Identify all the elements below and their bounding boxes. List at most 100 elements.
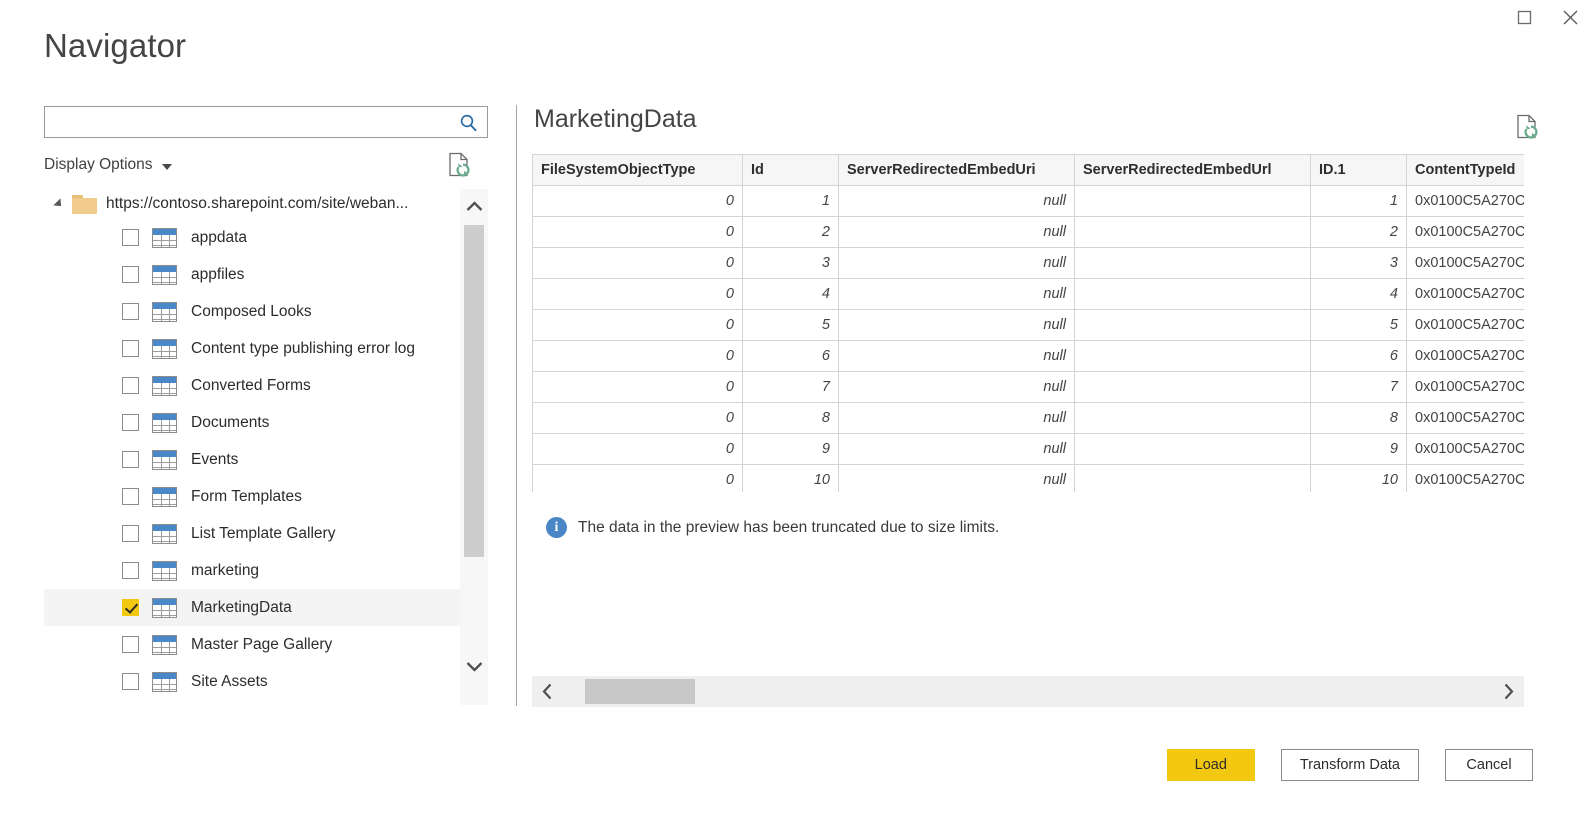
checkbox[interactable] <box>122 636 139 653</box>
checkbox[interactable] <box>122 303 139 320</box>
preview-panel: MarketingData FileSystemObjectType Id <box>532 106 1593 538</box>
column-header[interactable]: Id <box>743 155 839 186</box>
cell <box>1075 341 1311 372</box>
checkbox[interactable] <box>122 414 139 431</box>
chevron-up-icon[interactable] <box>460 191 488 221</box>
cell <box>1075 403 1311 434</box>
column-header[interactable]: FileSystemObjectType <box>533 155 743 186</box>
cell: 9 <box>1311 434 1407 465</box>
cell: 0 <box>533 465 743 493</box>
table-row[interactable]: 0 5 null 5 0x0100C5A270C <box>533 310 1525 341</box>
tree-item-label: Site Assets <box>191 673 268 691</box>
checkbox[interactable] <box>122 673 139 690</box>
maximize-button[interactable] <box>1501 0 1547 34</box>
cell: 0 <box>533 372 743 403</box>
cell: 4 <box>743 279 839 310</box>
table-row[interactable]: 0 6 null 6 0x0100C5A270C <box>533 341 1525 372</box>
scrollbar-thumb[interactable] <box>464 225 484 557</box>
checkbox[interactable] <box>122 525 139 542</box>
chevron-down-icon[interactable] <box>460 651 488 681</box>
tree-item-label: appdata <box>191 229 247 247</box>
cell: 6 <box>743 341 839 372</box>
column-header[interactable]: ContentTypeId <box>1407 155 1525 186</box>
table-icon <box>152 413 177 433</box>
column-header[interactable]: ID.1 <box>1311 155 1407 186</box>
tree-item-appdata[interactable]: appdata <box>44 219 460 256</box>
cell: 6 <box>1311 341 1407 372</box>
cell: 2 <box>743 217 839 248</box>
checkbox[interactable] <box>122 340 139 357</box>
chevron-left-icon[interactable] <box>532 676 563 707</box>
cell: null <box>839 465 1075 493</box>
tree-item-documents[interactable]: Documents <box>44 404 460 441</box>
truncation-notice: i The data in the preview has been trunc… <box>546 517 1593 538</box>
preview-horizontal-scrollbar[interactable] <box>532 676 1524 707</box>
table-row[interactable]: 0 8 null 8 0x0100C5A270C <box>533 403 1525 434</box>
table-row[interactable]: 0 4 null 4 0x0100C5A270C <box>533 279 1525 310</box>
tree-item-label: Composed Looks <box>191 303 312 321</box>
search-box[interactable] <box>44 106 488 138</box>
checkbox[interactable] <box>122 377 139 394</box>
display-options-row: Display Options <box>44 149 488 181</box>
tree-item-marketing[interactable]: marketing <box>44 552 460 589</box>
table-row[interactable]: 0 3 null 3 0x0100C5A270C <box>533 248 1525 279</box>
refresh-document-icon[interactable] <box>448 152 471 183</box>
search-input[interactable] <box>51 108 451 136</box>
search-icon[interactable] <box>458 113 479 139</box>
tree-item-list-template-gallery[interactable]: List Template Gallery <box>44 515 460 552</box>
chevron-right-icon[interactable] <box>1493 676 1524 707</box>
tree-item-site-assets[interactable]: Site Assets <box>44 663 460 700</box>
checkbox[interactable] <box>122 266 139 283</box>
table-row[interactable]: 0 9 null 9 0x0100C5A270C <box>533 434 1525 465</box>
tree-item-label: Converted Forms <box>191 377 311 395</box>
cell: null <box>839 279 1075 310</box>
table-icon <box>152 339 177 359</box>
checkbox[interactable] <box>122 488 139 505</box>
table-row[interactable]: 0 2 null 2 0x0100C5A270C <box>533 217 1525 248</box>
cell <box>1075 372 1311 403</box>
table-body: 0 1 null 1 0x0100C5A270C 0 2 null 2 0x01… <box>533 186 1525 493</box>
tree-vertical-scrollbar[interactable] <box>460 189 488 705</box>
column-header[interactable]: ServerRedirectedEmbedUrl <box>1075 155 1311 186</box>
table-row[interactable]: 0 7 null 7 0x0100C5A270C <box>533 372 1525 403</box>
table-icon <box>152 302 177 322</box>
cell: 1 <box>743 186 839 217</box>
load-button[interactable]: Load <box>1167 749 1255 781</box>
tree-item-appfiles[interactable]: appfiles <box>44 256 460 293</box>
tree-item-events[interactable]: Events <box>44 441 460 478</box>
scrollbar-thumb[interactable] <box>585 679 695 704</box>
refresh-document-icon[interactable] <box>1516 114 1539 145</box>
tree-item-label: MarketingData <box>191 599 292 617</box>
checkbox[interactable] <box>122 229 139 246</box>
tree-root-label: https://contoso.sharepoint.com/site/weba… <box>106 195 408 213</box>
tree-item-label: Form Templates <box>191 488 302 506</box>
table-row[interactable]: 0 1 null 1 0x0100C5A270C <box>533 186 1525 217</box>
close-button[interactable] <box>1547 0 1593 34</box>
cell: 0 <box>533 310 743 341</box>
tree-item-form-templates[interactable]: Form Templates <box>44 478 460 515</box>
checkbox[interactable] <box>122 562 139 579</box>
cancel-button[interactable]: Cancel <box>1445 749 1533 781</box>
transform-data-button[interactable]: Transform Data <box>1281 749 1419 781</box>
tree-item-label: Content type publishing error log <box>191 340 415 358</box>
preview-grid: FileSystemObjectType Id ServerRedirected… <box>532 154 1524 492</box>
tree-item-converted-forms[interactable]: Converted Forms <box>44 367 460 404</box>
tree-item-marketingdata[interactable]: MarketingData <box>44 589 460 626</box>
tree-item-master-page-gallery[interactable]: Master Page Gallery <box>44 626 460 663</box>
triangle-expanded-icon[interactable] <box>53 198 64 209</box>
cell: 0 <box>533 186 743 217</box>
cell: 10 <box>1311 465 1407 493</box>
display-options-label: Display Options <box>44 156 153 174</box>
cell <box>1075 248 1311 279</box>
checkbox[interactable] <box>122 451 139 468</box>
tree-item-content-type-publishing-error-log[interactable]: Content type publishing error log <box>44 330 460 367</box>
table-row[interactable]: 0 10 null 10 0x0100C5A270C <box>533 465 1525 493</box>
display-options-dropdown[interactable]: Display Options <box>44 156 172 174</box>
column-header[interactable]: ServerRedirectedEmbedUri <box>839 155 1075 186</box>
tree-item-composed-looks[interactable]: Composed Looks <box>44 293 460 330</box>
cell: 3 <box>1311 248 1407 279</box>
cell: 8 <box>1311 403 1407 434</box>
tree-root-node[interactable]: https://contoso.sharepoint.com/site/weba… <box>44 189 460 219</box>
checkbox[interactable] <box>122 599 139 616</box>
page-title: Navigator <box>44 27 186 65</box>
